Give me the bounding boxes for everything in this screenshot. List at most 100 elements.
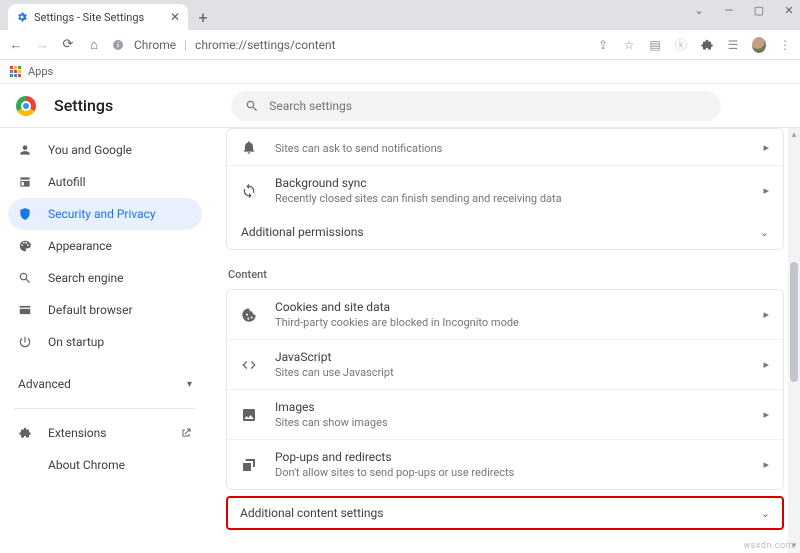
row-subtitle: Recently closed sites can finish sending… <box>275 192 747 205</box>
chevron-down-icon[interactable]: ⌄ <box>692 4 706 17</box>
row-subtitle: Sites can ask to send notifications <box>275 142 747 155</box>
chevron-right-icon: ▸ <box>763 141 769 154</box>
chevron-right-icon: ▸ <box>763 308 769 321</box>
browser-icon <box>18 303 34 317</box>
address-bar[interactable]: Chrome | chrome://settings/content <box>112 38 586 52</box>
origin-chip: Chrome <box>134 38 176 52</box>
new-tab-button[interactable]: + <box>192 6 214 28</box>
reload-icon[interactable]: ⟳ <box>60 37 76 52</box>
chevron-down-icon: ▾ <box>187 379 192 390</box>
row-notifications[interactable]: Sites can ask to send notifications ▸ <box>227 129 783 165</box>
bell-icon <box>241 139 259 155</box>
sidebar-item-search-engine[interactable]: Search engine <box>8 262 202 294</box>
scroll-thumb[interactable] <box>790 262 798 382</box>
search-icon <box>18 271 34 285</box>
sidebar-item-extensions[interactable]: Extensions <box>8 417 202 449</box>
sidebar-item-label: Appearance <box>48 239 112 253</box>
additional-permissions-toggle[interactable]: Additional permissions ⌄ <box>227 215 783 249</box>
url-text: chrome://settings/content <box>195 38 336 52</box>
close-icon[interactable]: ✕ <box>170 10 180 24</box>
palette-icon <box>18 239 34 253</box>
row-popups[interactable]: Pop-ups and redirects Don't allow sites … <box>227 439 783 489</box>
row-images[interactable]: Images Sites can show images ▸ <box>227 389 783 439</box>
apps-grid-icon[interactable] <box>10 66 22 78</box>
row-background-sync[interactable]: Background sync Recently closed sites ca… <box>227 165 783 215</box>
sidebar-item-about-chrome[interactable]: About Chrome <box>8 449 202 481</box>
puzzle-icon <box>18 426 34 440</box>
star-icon[interactable]: ☆ <box>622 38 636 52</box>
code-icon <box>241 357 259 373</box>
row-title: JavaScript <box>275 350 747 364</box>
search-input[interactable] <box>269 99 707 113</box>
sidebar-item-default-browser[interactable]: Default browser <box>8 294 202 326</box>
share-icon[interactable]: ⇪ <box>596 38 610 52</box>
scrollbar[interactable]: ▴ ▾ <box>788 128 800 553</box>
sidebar-item-security-privacy[interactable]: Security and Privacy <box>8 198 202 230</box>
sidebar-advanced-toggle[interactable]: Advanced ▾ <box>8 368 202 400</box>
content-section-label: Content <box>226 250 784 289</box>
sidebar-item-label: Search engine <box>48 271 123 285</box>
cookie-icon <box>241 307 259 323</box>
gear-icon <box>16 11 28 23</box>
site-info-icon[interactable] <box>112 39 126 51</box>
home-icon[interactable]: ⌂ <box>86 37 102 53</box>
row-cookies[interactable]: Cookies and site data Third-party cookie… <box>227 290 783 339</box>
sidebar-item-appearance[interactable]: Appearance <box>8 230 202 262</box>
expander-label: Additional permissions <box>241 225 364 239</box>
chrome-logo-icon <box>16 96 36 116</box>
settings-sidebar: You and Google Autofill Security and Pri… <box>0 128 210 553</box>
bookmarks-bar: Apps <box>0 60 800 84</box>
browser-tab[interactable]: Settings - Site Settings ✕ <box>8 4 188 30</box>
search-settings[interactable] <box>231 91 721 121</box>
row-subtitle: Sites can show images <box>275 416 747 429</box>
extensions-puzzle-icon[interactable] <box>700 38 714 52</box>
close-window-icon[interactable]: ✕ <box>782 4 796 17</box>
sidebar-item-autofill[interactable]: Autofill <box>8 166 202 198</box>
kebab-menu-icon[interactable]: ⋮ <box>778 38 792 52</box>
scroll-up-icon[interactable]: ▴ <box>788 128 800 142</box>
row-subtitle: Don't allow sites to send pop-ups or use… <box>275 466 747 479</box>
permissions-panel: Sites can ask to send notifications ▸ Ba… <box>226 128 784 250</box>
chevron-right-icon: ▸ <box>763 408 769 421</box>
sidebar-item-label: About Chrome <box>48 458 125 472</box>
reading-list-icon[interactable]: ☰ <box>726 38 740 52</box>
chevron-right-icon: ▸ <box>763 458 769 471</box>
row-javascript[interactable]: JavaScript Sites can use Javascript ▸ <box>227 339 783 389</box>
chevron-down-icon: ⌄ <box>760 226 769 239</box>
row-title: Images <box>275 400 747 414</box>
maximize-icon[interactable]: ▢ <box>752 4 766 17</box>
additional-content-settings-toggle[interactable]: Additional content settings ⌄ <box>228 498 782 528</box>
popup-icon <box>241 457 259 473</box>
readmode-icon[interactable]: ▤ <box>648 38 662 52</box>
external-link-icon <box>180 427 192 439</box>
sidebar-item-label: Autofill <box>48 175 86 189</box>
sidebar-item-on-startup[interactable]: On startup <box>8 326 202 358</box>
minimize-icon[interactable]: ― <box>722 4 736 17</box>
sidebar-item-label: Default browser <box>48 303 133 317</box>
settings-content: Sites can ask to send notifications ▸ Ba… <box>210 128 800 553</box>
row-title: Cookies and site data <box>275 300 747 314</box>
back-icon[interactable]: ← <box>8 37 24 53</box>
expander-label: Additional content settings <box>240 506 383 520</box>
row-title: Pop-ups and redirects <box>275 450 747 464</box>
row-title: Background sync <box>275 176 747 190</box>
sidebar-item-you-and-google[interactable]: You and Google <box>8 134 202 166</box>
row-subtitle: Sites can use Javascript <box>275 366 747 379</box>
profile-badge-icon[interactable]: ⓚ <box>674 38 688 52</box>
image-icon <box>241 407 259 423</box>
chevron-right-icon: ▸ <box>763 358 769 371</box>
row-subtitle: Third-party cookies are blocked in Incog… <box>275 316 747 329</box>
chevron-down-icon: ⌄ <box>761 507 770 520</box>
settings-header: Settings <box>0 84 800 128</box>
divider <box>14 408 196 409</box>
avatar[interactable] <box>752 38 766 52</box>
power-icon <box>18 335 34 349</box>
person-icon <box>18 143 34 157</box>
sync-icon <box>241 183 259 199</box>
advanced-label: Advanced <box>18 377 71 391</box>
sidebar-item-label: Extensions <box>48 426 106 440</box>
scroll-track[interactable] <box>788 142 800 539</box>
apps-label[interactable]: Apps <box>28 65 53 78</box>
content-panel: Cookies and site data Third-party cookie… <box>226 289 784 490</box>
watermark: wsxdn.com <box>744 541 794 551</box>
